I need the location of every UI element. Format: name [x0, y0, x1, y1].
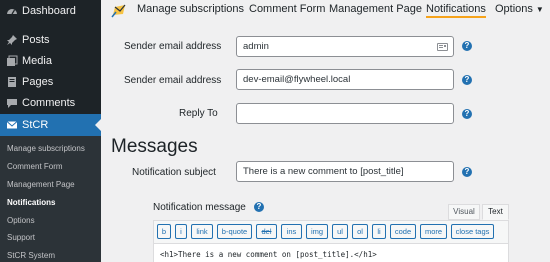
qt-link-button[interactable]: link: [191, 224, 213, 239]
sidebar-item-label: StCR: [22, 119, 49, 131]
pin-icon: [6, 34, 18, 46]
nav-options[interactable]: Options ▼: [495, 3, 544, 15]
comments-icon: [6, 97, 18, 109]
message-label: Notification message: [153, 202, 246, 213]
submenu-stcr-system[interactable]: StCR System: [7, 251, 55, 260]
sidebar-item-comments[interactable]: Comments: [0, 92, 101, 114]
help-icon[interactable]: ?: [254, 202, 264, 212]
help-icon[interactable]: ?: [462, 75, 472, 85]
nav-comment-form[interactable]: Comment Form: [249, 3, 325, 15]
email-icon: [6, 119, 18, 131]
stcr-logo-icon: [111, 3, 128, 19]
nav-options-label: Options: [495, 3, 533, 15]
reply-to-input[interactable]: [236, 103, 454, 124]
submenu-notifications[interactable]: Notifications: [7, 198, 55, 207]
qt-more-button[interactable]: more: [420, 224, 447, 239]
sidebar-item-posts[interactable]: Posts: [0, 29, 101, 51]
subject-value: There is a new comment to [post_title]: [243, 166, 404, 177]
submenu-support[interactable]: Support: [7, 233, 35, 242]
qt-del-button[interactable]: del: [256, 224, 277, 239]
sidebar-item-pages[interactable]: Pages: [0, 71, 101, 93]
qt-bold-button[interactable]: b: [157, 224, 171, 239]
sidebar-item-label: Media: [22, 55, 52, 67]
plugin-top-nav: Manage subscriptions Comment Form Manage…: [101, 0, 550, 22]
sender-email-label: Sender email address: [124, 75, 222, 86]
tab-text[interactable]: Text: [482, 204, 509, 220]
pages-icon: [6, 76, 18, 88]
admin-sidebar: Dashboard Posts Media Pages Comments StC…: [0, 0, 101, 262]
submenu-manage-subscriptions[interactable]: Manage subscriptions: [7, 144, 85, 153]
help-icon[interactable]: ?: [462, 109, 472, 119]
submenu-options[interactable]: Options: [7, 216, 35, 225]
stcr-submenu: Manage subscriptions Comment Form Manage…: [0, 136, 101, 262]
sidebar-item-label: Comments: [22, 97, 76, 109]
qt-bquote-button[interactable]: b-quote: [217, 224, 252, 239]
nav-manage-subscriptions[interactable]: Manage subscriptions: [137, 3, 244, 15]
sidebar-item-dashboard[interactable]: Dashboard: [0, 0, 101, 22]
qt-close-tags-button[interactable]: close tags: [451, 224, 494, 239]
subject-label: Notification subject: [132, 167, 216, 178]
messages-heading: Messages: [111, 136, 198, 157]
media-icon: [6, 55, 18, 67]
dashboard-icon: [6, 5, 18, 17]
sidebar-item-media[interactable]: Media: [0, 50, 101, 72]
subject-input[interactable]: There is a new comment to [post_title]: [236, 161, 454, 182]
qt-img-button[interactable]: img: [306, 224, 328, 239]
submenu-comment-form[interactable]: Comment Form: [7, 162, 63, 171]
qt-ol-button[interactable]: ol: [352, 224, 368, 239]
nav-management-page[interactable]: Management Page: [329, 3, 422, 15]
sidebar-item-label: Dashboard: [22, 5, 76, 17]
sender-name-input[interactable]: admin: [236, 36, 454, 57]
sidebar-item-label: Posts: [22, 34, 50, 46]
contact-card-icon[interactable]: [437, 43, 448, 51]
sender-name-label: Sender email address: [124, 41, 222, 52]
reply-to-label: Reply To: [179, 108, 218, 119]
chevron-down-icon: ▼: [535, 5, 544, 14]
submenu-management-page[interactable]: Management Page: [7, 180, 75, 189]
qt-li-button[interactable]: li: [372, 224, 386, 239]
message-content: <h1>There is a new comment on [post_titl…: [160, 250, 377, 259]
sidebar-item-label: Pages: [22, 76, 54, 88]
sidebar-item-stcr[interactable]: StCR: [0, 114, 101, 136]
qt-italic-button[interactable]: i: [175, 224, 187, 239]
sender-name-value: admin: [243, 41, 269, 52]
help-icon[interactable]: ?: [462, 41, 472, 51]
help-icon[interactable]: ?: [462, 167, 472, 177]
sender-email-value: dev-email@flywheel.local: [243, 74, 351, 85]
qt-ul-button[interactable]: ul: [332, 224, 348, 239]
qt-code-button[interactable]: code: [390, 224, 416, 239]
qt-ins-button[interactable]: ins: [281, 224, 302, 239]
nav-notifications[interactable]: Notifications: [426, 3, 486, 18]
tab-visual[interactable]: Visual: [448, 204, 480, 220]
sender-email-input[interactable]: dev-email@flywheel.local: [236, 69, 454, 90]
message-textarea[interactable]: <h1>There is a new comment on [post_titl…: [153, 244, 509, 262]
